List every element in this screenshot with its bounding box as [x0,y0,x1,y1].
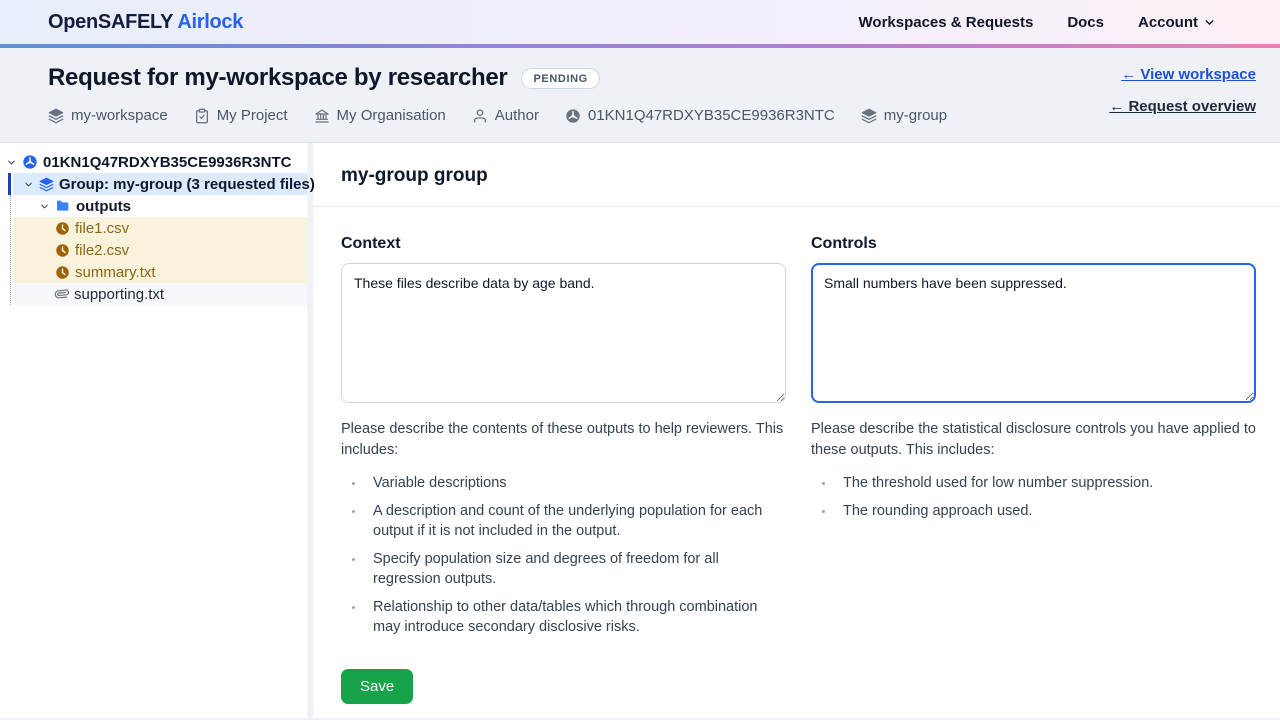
tree-node-label: 01KN1Q47RDXYB35CE9936R3NTC [43,154,291,171]
cube-icon [565,108,581,124]
meta-project: My Project [194,107,288,124]
page-title: Request for my-workspace by researcher [48,64,507,92]
nav-docs[interactable]: Docs [1067,14,1104,31]
group-title: my-group group [313,143,1280,207]
nav-account-menu[interactable]: Account [1138,14,1216,31]
chevron-down-icon [23,179,34,190]
logo-secondary: Airlock [177,11,243,33]
help-bullet: A description and count of the underlyin… [365,501,786,541]
controls-help-text: Please describe the statistical disclosu… [811,419,1256,461]
content-area: 01KN1Q47RDXYB35CE9936R3NTC Group: my-gro… [0,143,1280,718]
nav-workspaces-requests[interactable]: Workspaces & Requests [859,14,1034,31]
help-bullet: The threshold used for low number suppre… [835,473,1256,493]
controls-label: Controls [811,235,1256,253]
controls-textarea[interactable]: Small numbers have been suppressed. [811,263,1256,403]
tree-node-request-root[interactable]: 01KN1Q47RDXYB35CE9936R3NTC [0,151,307,173]
meta-group-label: my-group [884,107,947,124]
tree-node-label: supporting.txt [74,286,164,303]
chevron-down-icon [6,157,17,168]
context-help-text: Please describe the contents of these ou… [341,419,786,461]
user-icon [472,108,488,124]
save-button[interactable]: Save [341,669,413,704]
tree-node-group-my-group[interactable]: Group: my-group (3 requested files) [0,173,307,195]
help-bullet: Specify population size and degrees of f… [365,549,786,589]
nav-account-label: Account [1138,14,1198,31]
help-bullet: Variable descriptions [365,473,786,493]
tree-node-label: outputs [76,198,131,215]
controls-help: Please describe the statistical disclosu… [811,419,1256,521]
cube-icon [22,154,38,170]
request-overview-link[interactable]: ← Request overview [1109,98,1256,115]
context-label: Context [341,235,786,253]
meta-author-label: Author [495,107,539,124]
tree-node-label: file1.csv [75,220,129,237]
tree-node-file1-csv[interactable]: file1.csv [0,217,307,239]
view-workspace-link[interactable]: ← View workspace [1121,66,1256,83]
help-bullet: The rounding approach used. [835,501,1256,521]
context-textarea[interactable]: These files describe data by age band. [341,263,786,403]
output-file-icon [55,265,70,280]
output-file-icon [55,221,70,236]
controls-column: Controls Small numbers have been suppres… [811,235,1256,645]
context-help-bullets: Variable descriptions A description and … [341,473,786,637]
output-file-icon [55,243,70,258]
layers-icon [39,177,54,192]
help-bullet: Relationship to other data/tables which … [365,597,786,637]
context-column: Context These files describe data by age… [341,235,786,645]
logo-primary: OpenSAFELY [48,11,173,33]
tree-node-outputs-folder[interactable]: outputs [0,195,307,217]
paperclip-icon [52,284,72,304]
meta-workspace: my-workspace [48,107,168,124]
meta-author: Author [472,107,539,124]
meta-group: my-group [861,107,947,124]
meta-organisation-label: My Organisation [337,107,446,124]
layers-icon [861,108,877,124]
tree-node-label: file2.csv [75,242,129,259]
request-meta-row: my-workspace My Project My Organisation … [48,107,1256,124]
meta-project-label: My Project [217,107,288,124]
tree-node-label: Group: my-group (3 requested files) [59,176,315,193]
meta-organisation: My Organisation [314,107,446,124]
meta-request-id: 01KN1Q47RDXYB35CE9936R3NTC [565,107,835,124]
context-help: Please describe the contents of these ou… [341,419,786,637]
bank-icon [314,108,330,124]
chevron-down-icon [1203,16,1216,29]
meta-request-id-label: 01KN1Q47RDXYB35CE9936R3NTC [588,107,835,124]
group-detail-panel: my-group group Context These files descr… [313,143,1280,718]
tree-node-summary-txt[interactable]: summary.txt [0,261,307,283]
controls-help-bullets: The threshold used for low number suppre… [811,473,1256,521]
file-tree-sidebar: 01KN1Q47RDXYB35CE9936R3NTC Group: my-gro… [0,143,307,718]
request-header: Request for my-workspace by researcher P… [0,48,1280,143]
status-badge: PENDING [521,68,599,89]
clipboard-icon [194,108,210,124]
meta-workspace-label: my-workspace [71,107,168,124]
top-navbar: OpenSAFELY Airlock Workspaces & Requests… [0,0,1280,44]
header-links: ← View workspace ← Request overview [1109,66,1256,115]
tree-node-label: summary.txt [75,264,156,281]
tree-node-file2-csv[interactable]: file2.csv [0,239,307,261]
layers-icon [48,108,64,124]
tree-node-supporting-txt[interactable]: supporting.txt [0,283,307,305]
folder-icon [55,198,71,214]
nav-links: Workspaces & Requests Docs Account [859,14,1216,31]
app-logo[interactable]: OpenSAFELY Airlock [48,11,243,34]
group-form: Context These files describe data by age… [313,207,1280,718]
chevron-down-icon [39,201,50,212]
